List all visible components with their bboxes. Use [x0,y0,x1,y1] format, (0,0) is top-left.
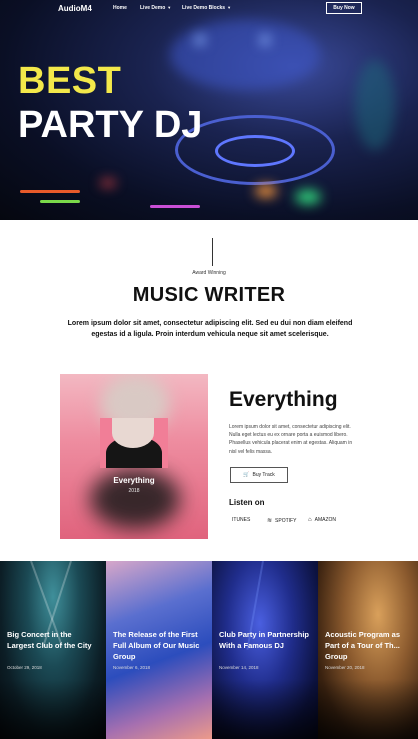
hero-light [260,35,270,45]
itunes-link[interactable]: ITUNES [229,517,250,523]
crowd-silhouette [0,679,106,739]
blog-card-title[interactable]: The Release of the First Full Album of O… [113,629,205,662]
buy-track-label: Buy Track [252,472,275,478]
section-text: Lorem ipsum dolor sit amet, consectetur … [67,320,353,338]
nav-link-label: Live Demo Blocks [182,5,226,11]
nav-link-home[interactable]: Home [113,5,127,11]
chevron-down-icon: ▼ [167,5,172,10]
album-title: Everything [229,388,338,411]
service-label: SPOTIFY [275,517,297,524]
section-title: MUSIC WRITER [132,284,286,306]
cover-photo [100,418,168,468]
spotify-icon: ≋ [267,518,273,524]
blog-card[interactable]: Big Concert in the Largest Club of the C… [0,561,106,739]
chevron-down-icon: ▼ [227,5,232,10]
blog-card-date: October 29, 2018 [7,665,42,670]
crowd-silhouette [212,679,318,739]
turntable-deck [215,135,295,167]
service-label: ITUNES [232,517,251,523]
service-label: AMAZON [314,517,337,523]
blog-card-title[interactable]: Club Party in Partnership With a Famous … [219,629,311,651]
mixer-leds [150,205,200,208]
hero-light [355,60,395,150]
nav-link-label: Home [113,5,127,11]
hero-light [100,180,116,186]
amazon-link[interactable]: ⌂ AMAZON [308,517,336,523]
top-nav: AudioM4 Home Live Demo ▼ Live Demo Blocks… [0,0,418,18]
hero-heading-line2: PARTY DJ [18,104,203,146]
cart-icon: 🛒 [243,472,250,478]
amazon-icon: ⌂ [308,517,312,523]
mixer-leds [20,190,80,193]
album-cover[interactable]: Everything 2018 [60,374,208,539]
mixer-leds [40,200,80,203]
nav-link-live-demo-blocks[interactable]: Live Demo Blocks ▼ [182,5,231,11]
section-subtitle: Award Winning [192,270,226,276]
spotify-link[interactable]: ≋ SPOTIFY [267,517,297,525]
crowd-silhouette [318,679,418,739]
hero-heading-line1: BEST [18,60,122,102]
blog-card-date: November 20, 2018 [325,665,365,670]
blog-card[interactable]: The Release of the First Full Album of O… [106,561,212,739]
brand-logo[interactable]: AudioM4 [58,4,92,13]
hero-light [255,185,277,197]
blog-card-date: November 14, 2018 [219,665,259,670]
hero-light [295,190,321,204]
cover-title: Everything [113,476,155,485]
nav-link-label: Live Demo [140,5,166,11]
album-description: Lorem ipsum dolor sit amet, consectetur … [229,424,353,455]
buy-now-button[interactable]: Buy Now [326,2,362,14]
nav-link-live-demo[interactable]: Live Demo ▼ [140,5,171,11]
blog-card-title[interactable]: Big Concert in the Largest Club of the C… [7,629,99,651]
listen-on-label: Listen on [229,498,265,507]
hero-light [170,20,320,90]
blog-card[interactable]: Club Party in Partnership With a Famous … [212,561,318,739]
blog-card[interactable]: Acoustic Program as Part of a Tour of Th… [318,561,418,739]
hero-light [195,35,205,45]
blog-card-title[interactable]: Acoustic Program as Part of a Tour of Th… [325,629,409,662]
buy-track-button[interactable]: 🛒 Buy Track [230,467,288,483]
blog-card-date: November 6, 2018 [113,665,151,670]
divider-line [212,238,213,266]
hero-section: AudioM4 Home Live Demo ▼ Live Demo Blocks… [0,0,418,220]
cover-year: 2018 [128,488,140,494]
cover-face [112,418,154,448]
